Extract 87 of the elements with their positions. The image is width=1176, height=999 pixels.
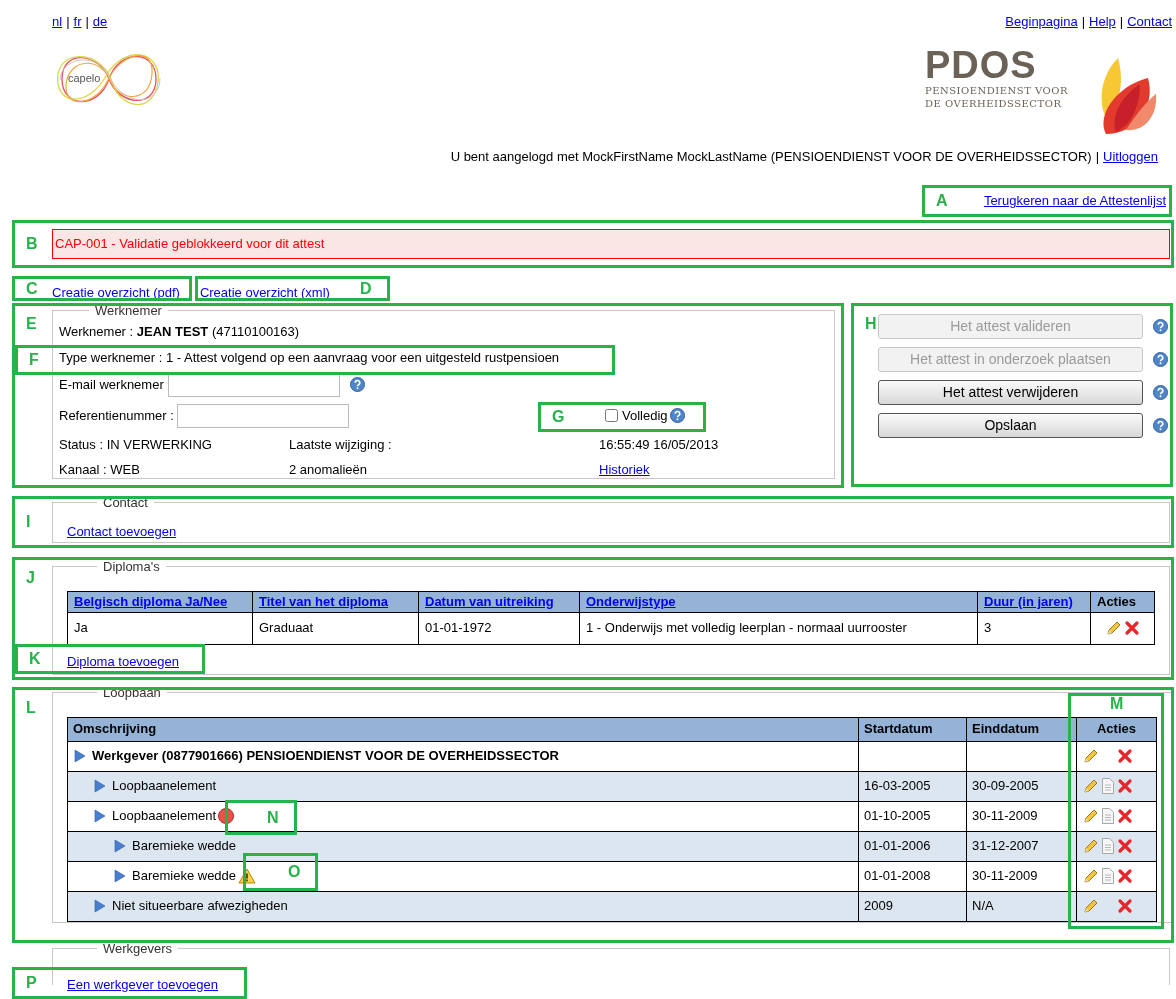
section-legend: Werknemer <box>89 301 168 321</box>
row-label: Baremieke wedde <box>132 867 237 886</box>
table-cell: 2009 <box>858 891 967 921</box>
error-message: CAP-001 - Validatie geblokkeerd voor dit attest <box>52 229 1170 259</box>
section-legend: Werkgevers <box>97 939 179 959</box>
language-link[interactable]: de <box>92 12 108 32</box>
add-contact-link[interactable]: Contact toevoegen <box>67 523 177 539</box>
add-employer-link[interactable]: Een werkgever toevoegen <box>67 976 219 992</box>
employee-name: Werknemer : JEAN TEST (47110100163) <box>59 323 301 340</box>
annotation-label: A <box>936 192 948 210</box>
login-text: U bent aangelogd met MockFirstName MockLastName (PENSIOENDIENST VOOR DE OVERHEIDSSECTOR) <box>450 148 1092 166</box>
action-button[interactable]: Het attest verwijderen <box>878 380 1143 405</box>
logo-text: capelo <box>68 71 101 86</box>
timestamp: 16:55:49 16/05/2013 <box>599 436 720 453</box>
column-header: Einddatum <box>966 717 1077 741</box>
table-cell: 30-11-2009 <box>966 801 1077 831</box>
annotation-label: D <box>360 279 372 298</box>
table-cell: 01-01-2008 <box>858 861 967 891</box>
anomaly-count: 2 anomalieën <box>289 461 369 478</box>
row-label: Baremieke wedde <box>132 837 237 856</box>
status-text: Status : IN VERWERKING <box>59 436 213 453</box>
annotation-label: B <box>26 235 38 253</box>
logout-link[interactable]: Uitloggen <box>1103 147 1158 191</box>
table-cell: 01-01-2006 <box>858 831 967 861</box>
column-header[interactable]: Titel van het diploma <box>252 591 419 612</box>
table-cell: 30-09-2005 <box>966 771 1077 801</box>
annotation-label: F <box>29 351 39 369</box>
annotation-label: C <box>26 279 38 298</box>
logo-subtitle: DE OVERHEIDSSECTOR <box>925 97 1063 110</box>
table-cell: Ja <box>67 612 253 644</box>
column-header: Omschrijving <box>67 717 859 741</box>
annotation-label: J <box>26 569 35 587</box>
table-cell: 16-03-2005 <box>858 771 967 801</box>
add-diploma-link[interactable]: Diploma toevoegen <box>67 653 180 669</box>
table-cell: 30-11-2009 <box>966 861 1077 891</box>
separator: | <box>1081 13 1086 31</box>
table-cell: 3 <box>977 612 1091 644</box>
annotation-label: O <box>288 863 301 881</box>
employee-type: Type werknemer : 1 - Attest volgend op een aanvraag voor een uitgesteld rustpensioen <box>59 349 560 366</box>
row-label: Loopbaanelement <box>112 777 217 796</box>
section-legend: Loopbaan <box>97 683 167 703</box>
language-link[interactable]: nl <box>52 12 63 32</box>
row-label: Niet situeerbare afwezigheden <box>112 897 288 916</box>
annotation-label: K <box>29 650 41 668</box>
annotation-label: E <box>26 315 37 333</box>
annotation-label: L <box>26 699 36 717</box>
field-label: E-mail werknemer <box>59 376 164 393</box>
row-label: Werkgever (0877901666) PENSIOENDIENST VOOR DE OVERHEIDSSECTOR <box>92 747 559 766</box>
separator: | <box>1119 13 1124 31</box>
table-cell: 01-10-2005 <box>858 801 967 831</box>
separator: | <box>85 13 89 31</box>
nav-link[interactable]: Contact <box>1127 12 1172 32</box>
annotation-label: I <box>26 513 31 531</box>
column-header[interactable]: Datum van uitreiking <box>418 591 580 612</box>
logo-title: PDOS <box>925 46 1038 84</box>
checkbox-label: Volledig <box>622 407 668 424</box>
back-link[interactable]: Terugkeren naar de Attestenlijst <box>983 191 1166 229</box>
column-header: Startdatum <box>858 717 967 741</box>
annotation-label: G <box>552 408 565 426</box>
column-header[interactable]: Duur (in jaren) <box>977 591 1091 612</box>
annotation-label: M <box>1110 695 1124 713</box>
field-label: Referentienummer : <box>59 407 174 424</box>
table-cell: 1 - Onderwijs met volledig leerplan - normaal uurrooster <box>579 612 978 644</box>
annotation-label: N <box>267 808 279 827</box>
section-legend: Diploma's <box>97 557 166 577</box>
field-label: Laatste wijziging : <box>289 436 393 453</box>
history-link[interactable]: Historiek <box>599 461 650 477</box>
nav-link[interactable]: Help <box>1089 12 1116 32</box>
section-legend: Contact <box>97 493 154 513</box>
separator: | <box>66 13 70 31</box>
column-header[interactable]: Onderwijstype <box>579 591 978 612</box>
language-link[interactable]: fr <box>73 12 82 32</box>
row-label: Loopbaanelement <box>112 807 217 826</box>
table-cell: N/A <box>966 891 1077 921</box>
action-button[interactable]: Opslaan <box>878 413 1143 438</box>
separator: | <box>1095 148 1100 166</box>
column-header: Acties <box>1090 591 1155 612</box>
nav-link[interactable]: Beginpagina <box>1005 12 1078 32</box>
table-cell: 31-12-2007 <box>966 831 1077 861</box>
logo-subtitle: PENSIOENDIENST VOOR <box>925 84 1068 97</box>
column-header: Acties <box>1076 717 1157 741</box>
table-cell: 01-01-1972 <box>418 612 580 644</box>
annotation-label: H <box>865 315 877 333</box>
table-cell: Graduaat <box>252 612 419 644</box>
annotation-label: P <box>26 974 37 992</box>
channel-text: Kanaal : WEB <box>59 461 141 478</box>
column-header[interactable]: Belgisch diploma Ja/Nee <box>67 591 253 612</box>
